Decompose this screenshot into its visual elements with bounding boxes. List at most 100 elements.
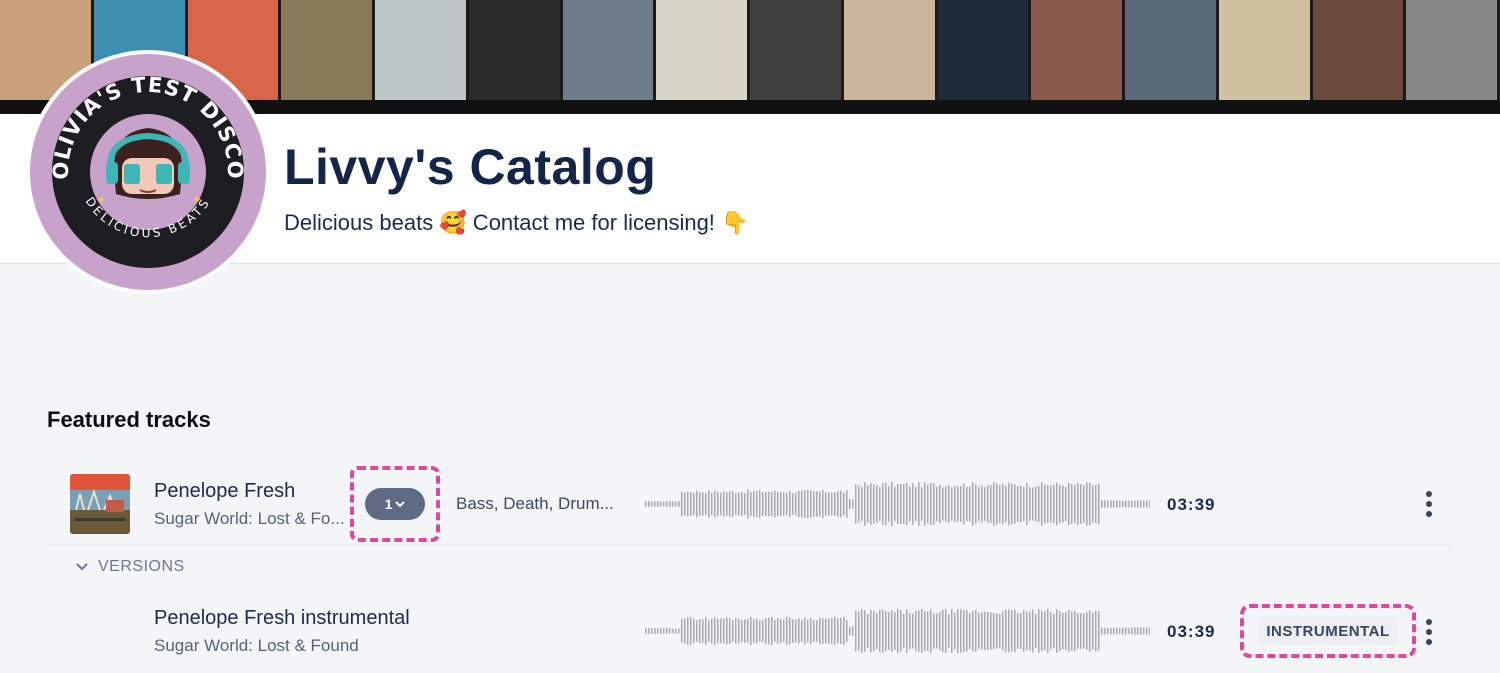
more-vertical-icon[interactable] <box>1419 617 1439 647</box>
waveform-bar <box>777 618 779 644</box>
waveform-bar <box>873 610 875 652</box>
waveform-bar <box>855 610 857 652</box>
waveform-bar <box>699 492 701 516</box>
waveform-bar <box>1011 610 1013 652</box>
waveform-bar <box>1143 500 1145 508</box>
waveform-bar <box>798 618 800 644</box>
waveform-bar <box>837 618 839 644</box>
waveform-bar <box>780 618 782 644</box>
track-title[interactable]: Penelope Fresh <box>154 480 295 503</box>
waveform-bar <box>786 616 788 646</box>
waveform-bar <box>867 614 869 648</box>
waveform-bar <box>864 610 866 652</box>
waveform-bar <box>1005 485 1007 523</box>
waveform-bar <box>933 483 935 525</box>
waveform-bar <box>738 618 740 644</box>
waveform-bar <box>891 482 893 526</box>
waveform-bar <box>1116 627 1118 635</box>
waveform-bar <box>993 612 995 650</box>
waveform-bar <box>924 482 926 526</box>
banner-album-cover <box>468 0 560 100</box>
waveform-bar <box>663 501 665 507</box>
album-cover-image[interactable] <box>70 474 130 534</box>
waveform-bar <box>831 617 833 645</box>
version-waveform[interactable] <box>645 605 1150 657</box>
waveform-bar <box>648 500 650 508</box>
track-album[interactable]: Sugar World: Lost & Fo... <box>154 509 345 529</box>
waveform-bar <box>864 482 866 526</box>
waveform-bar <box>654 501 656 507</box>
waveform-bar <box>687 617 689 645</box>
version-title[interactable]: Penelope Fresh instrumental <box>154 607 410 630</box>
waveform-bar <box>1104 500 1106 508</box>
waveform-bar <box>807 490 809 518</box>
waveform-bar <box>747 619 749 643</box>
waveform-bar <box>678 500 680 508</box>
waveform-bar <box>732 620 734 642</box>
waveform-bar <box>783 619 785 643</box>
waveform-bar <box>690 616 692 646</box>
waveform-bar <box>948 485 950 523</box>
waveform-bar <box>1089 610 1091 652</box>
waveform-bar <box>984 611 986 651</box>
waveform-bar <box>756 491 758 517</box>
waveform-bar <box>1035 613 1037 649</box>
waveform-bar <box>711 492 713 516</box>
waveform-bar <box>696 490 698 518</box>
waveform-bar <box>903 484 905 524</box>
waveform-bar <box>1041 482 1043 526</box>
waveform-bar <box>651 501 653 507</box>
waveform-bar <box>1074 484 1076 524</box>
waveform-bar <box>909 486 911 522</box>
waveform-bar <box>1125 500 1127 508</box>
waveform-bar <box>1074 610 1076 652</box>
waveform-bar <box>921 609 923 653</box>
waveform-bar <box>960 486 962 522</box>
waveform-bar <box>1149 627 1150 635</box>
track-waveform[interactable] <box>645 478 1150 530</box>
waveform-bar <box>1032 609 1034 653</box>
waveform-bar <box>1077 613 1079 649</box>
waveform-bar <box>1077 482 1079 526</box>
waveform-bar <box>717 491 719 517</box>
waveform-bar <box>726 617 728 645</box>
waveform-bar <box>1107 500 1109 508</box>
waveform-bar <box>948 614 950 648</box>
waveform-bar <box>813 619 815 643</box>
waveform-bar <box>1017 486 1019 522</box>
banner-album-cover <box>1218 0 1310 100</box>
versions-toggle[interactable]: VERSIONS <box>76 558 185 576</box>
waveform-bar <box>1014 484 1016 524</box>
waveform-bar <box>675 501 677 507</box>
waveform-bar <box>924 611 926 651</box>
waveform-bar <box>1110 500 1112 508</box>
waveform-bar <box>879 487 881 521</box>
waveform-bar <box>972 482 974 526</box>
version-album[interactable]: Sugar World: Lost & Found <box>154 636 359 656</box>
waveform-bar <box>1059 484 1061 524</box>
banner-album-cover <box>843 0 935 100</box>
waveform-bar <box>819 617 821 645</box>
more-vertical-icon[interactable] <box>1419 489 1439 519</box>
waveform-bar <box>975 610 977 652</box>
waveform-bar <box>648 627 650 635</box>
waveform-bar <box>780 491 782 517</box>
waveform-bar <box>684 618 686 644</box>
waveform-bar <box>834 492 836 516</box>
waveform-bar <box>891 610 893 652</box>
waveform-bar <box>1029 611 1031 651</box>
waveform-bar <box>804 617 806 645</box>
waveform-bar <box>795 492 797 516</box>
waveform-bar <box>972 610 974 652</box>
waveform-bar <box>663 628 665 634</box>
waveform-bar <box>738 492 740 516</box>
waveform-bar <box>822 618 824 644</box>
waveform-bar <box>957 486 959 522</box>
banner-album-cover <box>1406 0 1497 100</box>
waveform-bar <box>702 619 704 643</box>
waveform-bar <box>762 619 764 643</box>
waveform-bar <box>1128 500 1130 508</box>
banner-album-cover <box>1031 0 1122 100</box>
waveform-bar <box>1116 500 1118 508</box>
waveform-bar <box>912 613 914 649</box>
